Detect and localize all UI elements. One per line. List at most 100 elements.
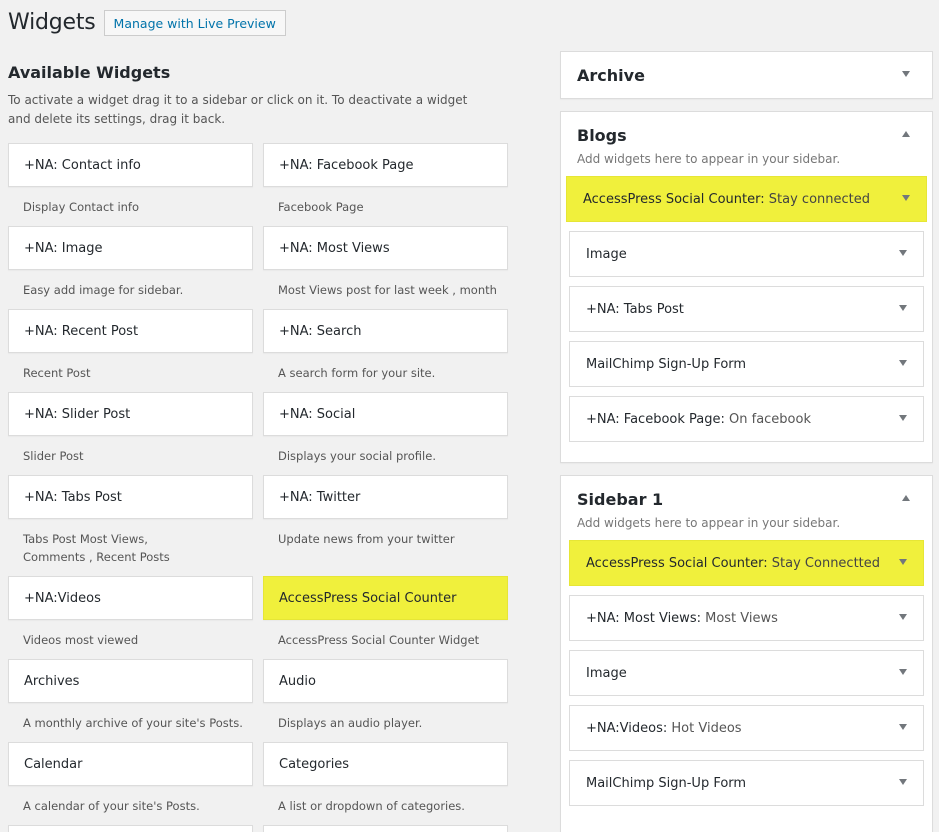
arrow-down-icon[interactable] <box>899 305 907 311</box>
sidebar-widget-name: AccessPress Social Counter: <box>586 555 768 571</box>
widget-description: A search form for your site. <box>278 366 436 380</box>
widget-title[interactable]: +NA: Contact info <box>8 143 253 187</box>
sidebar-widget-mailchimp[interactable]: MailChimp Sign-Up Form <box>569 341 924 387</box>
widget-description: A list or dropdown of categories. <box>278 799 465 813</box>
widget-description: Slider Post <box>23 449 84 463</box>
sidebar-widget-subtitle: Stay connected <box>768 191 870 207</box>
sidebar-widget-name: +NA: Facebook Page: <box>586 411 725 427</box>
sidebar-widget-subtitle: On facebook <box>729 411 811 427</box>
page-header: Widgets Manage with Live Preview <box>8 8 286 36</box>
sidebar-widget-name: Image <box>586 665 627 681</box>
widget-archives: Archives A monthly archive of your site'… <box>8 659 253 732</box>
widget-title[interactable]: Calendar <box>8 742 253 786</box>
widget-description: Easy add image for sidebar. <box>23 283 184 297</box>
sidebar-widget-name: Image <box>586 246 627 262</box>
widget-accesspress-social-counter: AccessPress Social Counter AccessPress S… <box>263 576 508 649</box>
widget-recent-post: +NA: Recent Post Recent Post <box>8 309 253 382</box>
widget-description: Most Views post for last week , month <box>278 283 497 297</box>
widget-description: Tabs Post Most Views, Comments , Recent … <box>23 532 170 564</box>
widget-image: +NA: Image Easy add image for sidebar. <box>8 226 253 299</box>
manage-live-preview-button[interactable]: Manage with Live Preview <box>103 10 286 36</box>
widget-title[interactable]: Audio <box>263 659 508 703</box>
arrow-up-icon[interactable] <box>902 495 910 501</box>
widget-social: +NA: Social Displays your social profile… <box>263 392 508 465</box>
widget-description: Recent Post <box>23 366 91 380</box>
available-widgets-title: Available Widgets <box>8 63 171 82</box>
sidebar-widget-videos[interactable]: +NA:Videos: Hot Videos <box>569 705 924 751</box>
sidebar-widget-tabs-post[interactable]: +NA: Tabs Post <box>569 286 924 332</box>
widget-title[interactable]: +NA: Social <box>263 392 508 436</box>
widget-description: Videos most viewed <box>23 633 139 647</box>
arrow-up-icon[interactable] <box>902 131 910 137</box>
arrow-down-icon[interactable] <box>902 195 910 201</box>
widget-title-partial[interactable] <box>263 825 508 832</box>
widget-description: Facebook Page <box>278 200 364 214</box>
sidebar-title: Blogs <box>577 125 627 145</box>
widget-title[interactable]: Archives <box>8 659 253 703</box>
sidebar-widget-name: AccessPress Social Counter: <box>583 191 765 207</box>
widget-partial <box>263 825 508 832</box>
sidebar-widget-accesspress[interactable]: AccessPress Social Counter: Stay connect… <box>566 176 927 222</box>
widget-partial <box>8 825 253 832</box>
sidebar-archive-header[interactable]: Archive <box>561 52 932 98</box>
page-title: Widgets <box>8 9 96 35</box>
widget-twitter: +NA: Twitter Update news from your twitt… <box>263 475 508 548</box>
sidebar-widget-accesspress[interactable]: AccessPress Social Counter: Stay Connect… <box>569 540 924 586</box>
arrow-down-icon[interactable] <box>899 614 907 620</box>
widget-title[interactable]: +NA: Facebook Page <box>263 143 508 187</box>
widget-facebook-page: +NA: Facebook Page Facebook Page <box>263 143 508 216</box>
widget-title[interactable]: +NA: Recent Post <box>8 309 253 353</box>
widget-description: Displays an audio player. <box>278 716 423 730</box>
arrow-down-icon[interactable] <box>899 360 907 366</box>
widget-description: A monthly archive of your site's Posts. <box>23 716 243 730</box>
widget-title[interactable]: +NA: Tabs Post <box>8 475 253 519</box>
arrow-down-icon[interactable] <box>902 71 910 77</box>
widget-search: +NA: Search A search form for your site. <box>263 309 508 382</box>
arrow-down-icon[interactable] <box>899 724 907 730</box>
sidebar-widget-subtitle: Most Views <box>705 610 778 626</box>
sidebar-widget-facebook-page[interactable]: +NA: Facebook Page: On facebook <box>569 396 924 442</box>
arrow-down-icon[interactable] <box>899 779 907 785</box>
widget-title[interactable]: +NA: Twitter <box>263 475 508 519</box>
widget-contact-info: +NA: Contact info Display Contact info <box>8 143 253 216</box>
arrow-down-icon[interactable] <box>899 250 907 256</box>
widget-videos: +NA:Videos Videos most viewed <box>8 576 253 649</box>
widget-description: AccessPress Social Counter Widget <box>278 633 480 647</box>
sidebar-widget-image[interactable]: Image <box>569 231 924 277</box>
widget-title[interactable]: +NA: Search <box>263 309 508 353</box>
sidebar-widget-subtitle: Stay Connectted <box>771 555 881 571</box>
widget-title[interactable]: +NA: Slider Post <box>8 392 253 436</box>
sidebar-widget-name: +NA: Tabs Post <box>586 301 684 317</box>
sidebar-blogs-header[interactable]: Blogs <box>561 112 932 158</box>
widget-title[interactable]: +NA: Most Views <box>263 226 508 270</box>
widget-most-views: +NA: Most Views Most Views post for last… <box>263 226 508 299</box>
sidebar-widget-name: +NA:Videos: <box>586 720 668 736</box>
widget-categories: Categories A list or dropdown of categor… <box>263 742 508 815</box>
sidebar-widget-mailchimp[interactable]: MailChimp Sign-Up Form <box>569 760 924 806</box>
sidebar-archive: Archive <box>560 51 933 99</box>
sidebar-widget-most-views[interactable]: +NA: Most Views: Most Views <box>569 595 924 641</box>
sidebar-title: Archive <box>577 65 645 85</box>
arrow-down-icon[interactable] <box>899 669 907 675</box>
sidebar-1-header[interactable]: Sidebar 1 <box>561 476 932 522</box>
widget-title-partial[interactable] <box>8 825 253 832</box>
sidebar-widget-name: MailChimp Sign-Up Form <box>586 775 747 791</box>
available-widgets-description: To activate a widget drag it to a sideba… <box>8 93 468 126</box>
sidebar-1: Sidebar 1 Add widgets here to appear in … <box>560 475 933 832</box>
arrow-down-icon[interactable] <box>899 415 907 421</box>
sidebar-widget-image[interactable]: Image <box>569 650 924 696</box>
widget-audio: Audio Displays an audio player. <box>263 659 508 732</box>
sidebar-blogs: Blogs Add widgets here to appear in your… <box>560 111 933 463</box>
widget-tabs-post: +NA: Tabs Post Tabs Post Most Views, Com… <box>8 475 253 566</box>
widget-title[interactable]: AccessPress Social Counter <box>263 576 508 620</box>
widget-description: A calendar of your site's Posts. <box>23 799 200 813</box>
widget-title[interactable]: Categories <box>263 742 508 786</box>
widget-title[interactable]: +NA:Videos <box>8 576 253 620</box>
arrow-down-icon[interactable] <box>899 559 907 565</box>
sidebar-widget-name: MailChimp Sign-Up Form <box>586 356 747 372</box>
sidebar-widget-subtitle: Hot Videos <box>671 720 742 736</box>
widget-title[interactable]: +NA: Image <box>8 226 253 270</box>
sidebar-title: Sidebar 1 <box>577 489 664 509</box>
widget-description: Update news from your twitter <box>278 532 455 546</box>
sidebar-widget-name: +NA: Most Views: <box>586 610 701 626</box>
